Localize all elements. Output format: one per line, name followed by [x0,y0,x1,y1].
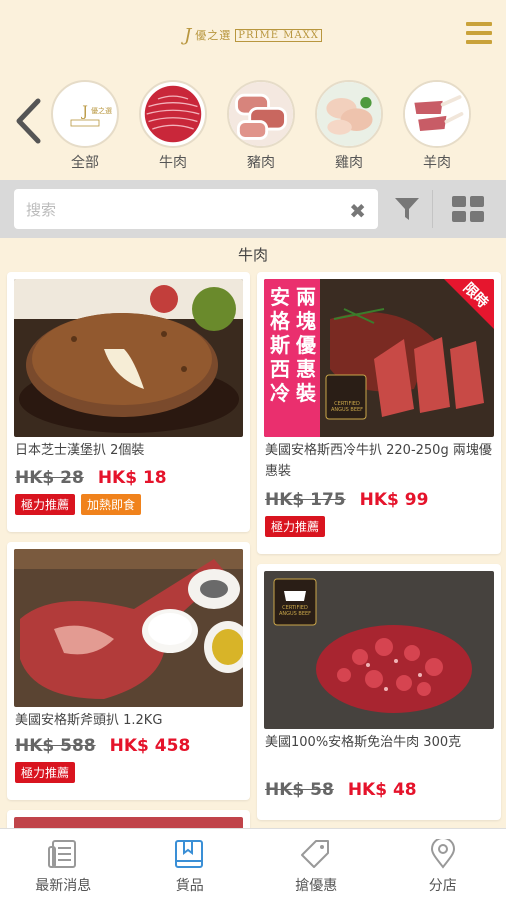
nav-deals[interactable]: 搶優惠 [253,829,380,900]
search-placeholder: 搜索 [26,200,57,219]
product-tags: 極力推薦 加熱即食 [15,494,142,515]
grid-view-icon[interactable] [452,196,484,222]
search-input[interactable]: 搜索 ✖ [14,189,378,229]
logo-mark: J [184,24,192,46]
original-price: HK$ 58 [265,780,334,800]
category-label: 雞肉 [335,155,363,171]
sale-price: HK$ 48 [347,780,417,800]
product-title: 美國100%安格斯免治牛肉 300克 [265,735,462,750]
category-label: 羊肉 [423,155,451,171]
pork-chops-icon [227,80,295,148]
product-image [14,279,243,437]
category-all[interactable]: J 優之選 全部 [50,80,120,172]
chevron-left-icon[interactable] [14,98,42,144]
lamb-rack-icon [403,80,471,148]
product-prices: HK$ 588 HK$ 458 [15,736,190,756]
brand-logo: J 優之選 PRIME MAXX [184,25,322,46]
product-card[interactable]: CERTIFIED ANGUS BEEF 美國100%安格斯免治牛肉 300克 … [257,564,501,820]
product-title: 美國安格斯斧頭扒 1.2KG [15,713,163,728]
logo-chinese-name: 優之選 [195,29,232,42]
original-price: HK$ 28 [15,468,84,488]
category-pork[interactable]: 豬肉 [226,80,296,172]
price-tag-icon [301,840,330,868]
product-prices: HK$ 28 HK$ 18 [15,468,167,488]
sale-price: HK$ 18 [97,468,167,488]
product-tags: 極力推薦 [15,762,76,783]
location-pin-icon [430,839,455,869]
category-lamb[interactable]: 羊肉 [402,80,472,172]
beef-slices-icon [139,80,207,148]
category-label: 全部 [71,155,99,171]
app-header: J 優之選 PRIME MAXX [0,0,506,70]
sale-price: HK$ 99 [359,490,429,510]
product-tags: 極力推薦 [265,516,326,537]
category-label: 豬肉 [247,155,275,171]
product-card[interactable]: 安格斯西冷 兩塊優惠裝 限時 CERTIFIED ANGUS BEEF 美國安格… [257,272,501,554]
filter-icon[interactable] [394,196,420,222]
product-prices: HK$ 175 HK$ 99 [265,490,428,510]
tag-ready-to-eat: 加熱即食 [81,494,142,515]
category-beef[interactable]: 牛肉 [138,80,208,172]
nav-label: 分店 [428,878,457,894]
certified-angus-badge: CERTIFIED ANGUS BEEF [278,605,312,617]
nav-label: 貨品 [175,878,204,894]
tag-recommended: 極力推薦 [15,494,76,515]
product-card[interactable]: 日本芝士漢堡扒 2個裝 HK$ 28 HK$ 18 極力推薦 加熱即食 [7,272,250,532]
product-title: 美國安格斯西冷牛扒 220-250g 兩塊優惠裝 [265,443,492,479]
product-image: 安格斯西冷 兩塊優惠裝 限時 CERTIFIED ANGUS BEEF [264,279,494,437]
svg-text:優之選: 優之選 [91,106,112,115]
nav-label: 最新消息 [35,878,92,894]
category-carousel: J 優之選 全部 牛肉 豬肉 雞肉 羊肉 [0,70,506,180]
promo-banner-left: 安格斯西冷 [270,285,290,405]
nav-news[interactable]: 最新消息 [0,829,127,900]
nav-label: 搶優惠 [295,878,338,894]
search-toolbar: 搜索 ✖ [0,180,506,238]
certified-angus-badge: CERTIFIED ANGUS BEEF [330,401,364,413]
logo-english-name: PRIME MAXX [235,28,322,42]
nav-stores[interactable]: 分店 [380,829,506,900]
promo-banner-right: 兩塊優惠裝 [296,285,316,405]
product-prices: HK$ 58 HK$ 48 [265,780,417,800]
nav-products[interactable]: 貨品 [127,829,254,900]
category-all-icon: J 優之選 [51,80,119,148]
original-price: HK$ 175 [265,490,346,510]
newspaper-icon [48,840,77,868]
category-chicken[interactable]: 雞肉 [314,80,384,172]
chicken-icon [315,80,383,148]
sale-price: HK$ 458 [109,736,191,756]
section-title: 牛肉 [237,246,268,264]
toolbar-divider [432,190,433,228]
svg-text:J: J [80,104,88,120]
product-image: CERTIFIED ANGUS BEEF [264,571,494,729]
product-title: 日本芝士漢堡扒 2個裝 [15,443,145,458]
clear-search-icon[interactable]: ✖ [349,199,366,223]
bottom-navigation: 最新消息 貨品 搶優惠 分店 [0,828,506,900]
book-icon [174,840,203,868]
hamburger-menu-icon[interactable] [466,22,492,44]
tag-recommended: 極力推薦 [265,516,326,537]
product-card[interactable]: 美國安格斯斧頭扒 1.2KG HK$ 588 HK$ 458 極力推薦 [7,542,250,800]
product-image [14,549,243,707]
category-label: 牛肉 [159,155,187,171]
tag-recommended: 極力推薦 [15,762,76,783]
original-price: HK$ 588 [15,736,96,756]
